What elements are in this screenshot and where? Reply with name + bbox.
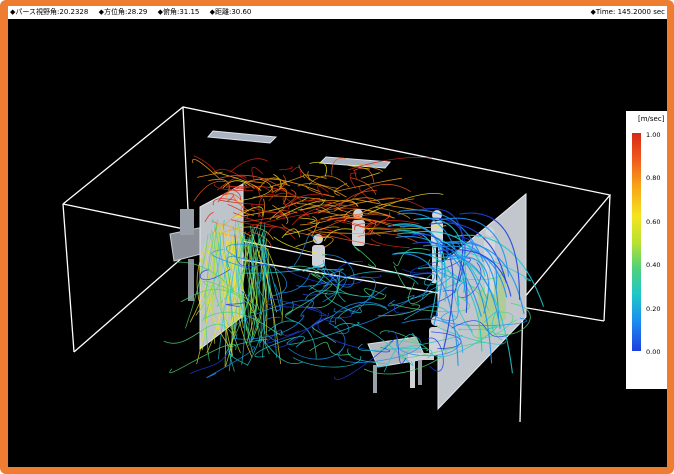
depression-readout: ◆俯角:31.15 bbox=[157, 8, 200, 16]
legend-tick: 1.00 bbox=[646, 131, 661, 139]
distance-readout: ◆距離:30.60 bbox=[209, 8, 252, 16]
azimuth-readout: ◆方位角:28.29 bbox=[98, 8, 148, 16]
legend-tick: 0.20 bbox=[646, 305, 661, 313]
legend-tick: 0.80 bbox=[646, 174, 661, 182]
view-angle-readout: ◆パース視野角:20.2328 bbox=[10, 8, 89, 16]
camera-readout: ◆パース視野角:20.2328 ◆方位角:28.29 ◆俯角:31.15 ◆距離… bbox=[10, 6, 259, 19]
room-wireframe bbox=[62, 106, 612, 423]
legend-unit: [m/sec] bbox=[638, 115, 665, 123]
legend-tick: 0.00 bbox=[646, 348, 661, 356]
legend-tick: 0.60 bbox=[646, 218, 661, 226]
app-frame: ◆パース視野角:20.2328 ◆方位角:28.29 ◆俯角:31.15 ◆距離… bbox=[0, 0, 674, 474]
simulation-viewport[interactable]: ◆パース視野角:20.2328 ◆方位角:28.29 ◆俯角:31.15 ◆距離… bbox=[8, 6, 667, 467]
velocity-legend: [m/sec] 1.00 0.80 0.60 0.40 0.20 0.00 bbox=[626, 111, 667, 389]
legend-color-bar bbox=[632, 133, 641, 351]
ceiling-light-panel bbox=[207, 130, 278, 144]
legend-tick: 0.40 bbox=[646, 261, 661, 269]
3d-scene[interactable] bbox=[8, 19, 667, 467]
status-bar: ◆パース視野角:20.2328 ◆方位角:28.29 ◆俯角:31.15 ◆距離… bbox=[8, 6, 667, 19]
time-readout: ◆Time: 145.2000 sec bbox=[590, 8, 665, 16]
